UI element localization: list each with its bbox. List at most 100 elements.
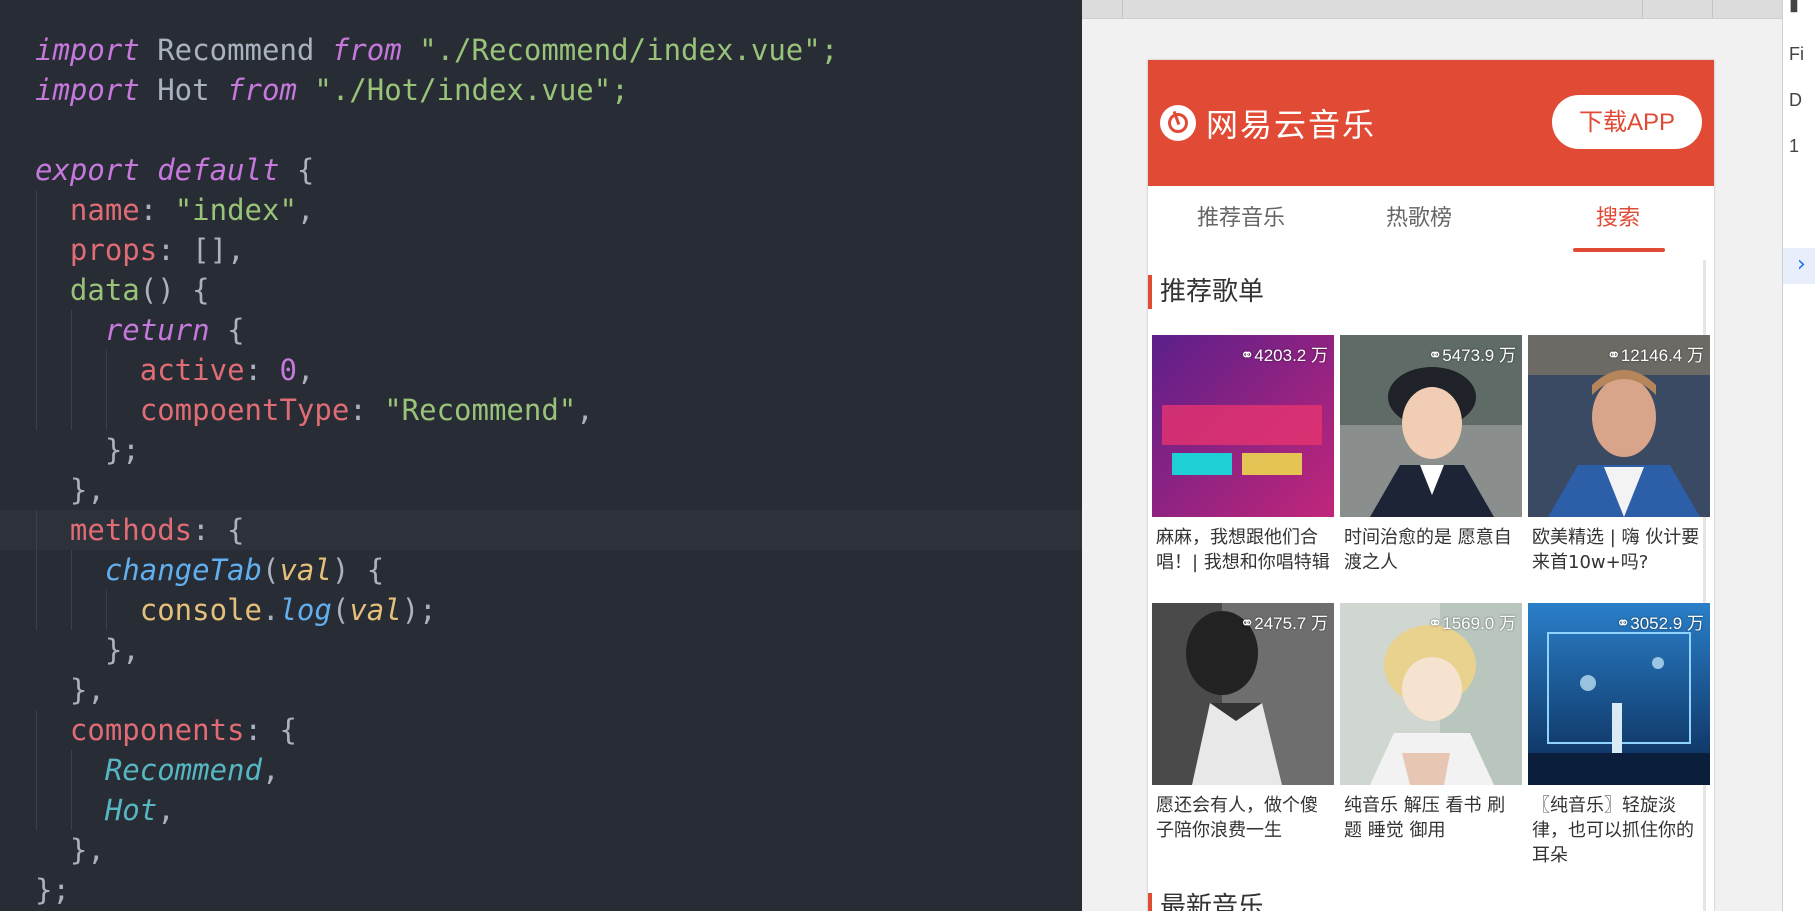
toolbar-segment — [1122, 0, 1643, 18]
code-token: ) { — [331, 553, 385, 587]
code-token: , — [296, 353, 315, 387]
playlist-cover[interactable]: ⚭12146.4 万 — [1528, 335, 1710, 517]
code-line[interactable]: console.log(val); — [35, 590, 838, 630]
play-count: ⚭5473.9 万 — [1428, 346, 1516, 365]
section-title: 推荐歌单 — [1160, 277, 1265, 307]
code-line[interactable]: changeTab(val) { — [35, 550, 838, 590]
code-token: props — [69, 233, 158, 267]
code-token: : — [244, 353, 280, 387]
code-line[interactable]: name: "index", — [35, 190, 838, 230]
devtools-item[interactable]: 1 — [1789, 136, 1799, 157]
code-line[interactable]: props: [], — [35, 230, 838, 270]
code-line[interactable]: }, — [35, 630, 838, 670]
play-count: ⚭3052.9 万 — [1616, 614, 1704, 633]
code-line[interactable]: data() { — [35, 270, 838, 310]
code-line[interactable]: return { — [35, 310, 838, 350]
playlist-title: 纯音乐 解压 看书 刷题 睡觉 御用 — [1344, 795, 1506, 841]
code-line[interactable]: export default { — [35, 150, 838, 190]
code-token: }; — [35, 433, 140, 467]
playlist-cover[interactable]: ⚭5473.9 万 — [1340, 335, 1522, 517]
code-line[interactable]: methods: { — [0, 510, 1082, 550]
code-lines[interactable]: import Recommend from "./Recommend/index… — [0, 30, 1082, 910]
code-token: from — [227, 73, 297, 107]
code-token: methods — [69, 513, 193, 547]
code-token: }, — [35, 633, 140, 667]
code-line[interactable] — [35, 110, 838, 150]
section-title: 最新音乐 — [1160, 892, 1265, 911]
code-token: Hot — [104, 793, 158, 827]
app-logo-text: 网易云音乐 — [1206, 106, 1377, 144]
playlist-cover[interactable]: ⚭1569.0 万 — [1340, 603, 1522, 785]
devtools-panel: ▮ Fi D 1 › — [1782, 0, 1815, 911]
tab-recommend[interactable]: 推荐音乐 — [1166, 186, 1316, 256]
code-token: from — [331, 33, 402, 67]
download-app-button[interactable]: 下载APP — [1552, 95, 1702, 149]
code-token: compoentType — [139, 393, 350, 427]
code-token: }, — [35, 673, 105, 707]
code-editor[interactable]: import Recommend from "./Recommend/index… — [0, 0, 1082, 911]
code-token: , — [261, 753, 280, 787]
section-marker — [1148, 893, 1152, 911]
mobile-viewport: 网易云音乐 下载APP 推荐音乐 热歌榜 搜索 推荐歌单 ⚭4203.2 万 麻… — [1148, 60, 1714, 911]
tab-search[interactable]: 搜索 — [1543, 186, 1693, 256]
code-line[interactable]: Recommend, — [35, 750, 838, 790]
code-line[interactable]: import Hot from "./Hot/index.vue"; — [35, 70, 838, 110]
code-token: log — [279, 593, 332, 627]
tab-bar: 推荐音乐 热歌榜 搜索 — [1148, 186, 1714, 256]
code-token: changeTab — [104, 553, 262, 587]
code-line[interactable]: }; — [35, 870, 838, 910]
playlist-cover[interactable]: ⚭3052.9 万 — [1528, 603, 1710, 785]
browser-toolbar — [1082, 0, 1782, 19]
devtools-toolbar-icon[interactable]: ▮ — [1789, 0, 1799, 15]
code-line[interactable]: }, — [35, 830, 838, 870]
code-line[interactable]: active: 0, — [35, 350, 838, 390]
code-token: ( — [261, 553, 280, 587]
playlist-title: 欧美精选 | 嗨 伙计要来首10w+吗? — [1532, 527, 1700, 573]
code-token: , — [576, 393, 594, 427]
code-line[interactable]: }, — [35, 470, 838, 510]
play-count: ⚭12146.4 万 — [1606, 346, 1704, 365]
code-token: : { — [192, 513, 245, 547]
chevron-right-icon[interactable]: › — [1797, 252, 1806, 277]
devtools-item[interactable]: Fi — [1789, 44, 1804, 65]
playlist-cover[interactable]: ⚭4203.2 万 — [1152, 335, 1334, 517]
devtools-item[interactable]: D — [1789, 90, 1802, 111]
code-token: : { — [244, 713, 297, 747]
code-token: import — [35, 73, 140, 107]
play-count: ⚭4203.2 万 — [1240, 346, 1328, 365]
code-token: return — [104, 313, 210, 347]
code-token: }, — [35, 833, 105, 867]
toolbar-segment — [1082, 0, 1123, 18]
code-token: Recommend — [104, 753, 262, 787]
code-token: 0 — [279, 353, 297, 387]
code-token: , — [296, 193, 315, 227]
tab-hot[interactable]: 热歌榜 — [1344, 186, 1494, 256]
code-line[interactable]: import Recommend from "./Recommend/index… — [35, 30, 838, 70]
code-token: ( — [331, 593, 350, 627]
code-token: "./Hot/index.vue"; — [296, 73, 629, 107]
code-token: : — [349, 393, 385, 427]
code-token: : — [139, 193, 175, 227]
playlist-cover[interactable]: ⚭2475.7 万 — [1152, 603, 1334, 785]
code-token: name — [69, 193, 140, 227]
code-line[interactable]: components: { — [35, 710, 838, 750]
code-line[interactable]: compoentType: "Recommend", — [35, 390, 838, 430]
code-line[interactable]: }, — [35, 670, 838, 710]
code-token: Hot — [139, 73, 228, 107]
code-token: Recommend — [139, 33, 332, 67]
devtools-selected-row[interactable]: › — [1783, 248, 1815, 284]
play-count: ⚭2475.7 万 — [1240, 614, 1328, 633]
code-token: data — [69, 273, 140, 307]
code-token: val — [349, 593, 402, 627]
code-line[interactable]: Hot, — [35, 790, 838, 830]
code-line[interactable]: }; — [35, 430, 838, 470]
code-token: : [], — [157, 233, 245, 267]
